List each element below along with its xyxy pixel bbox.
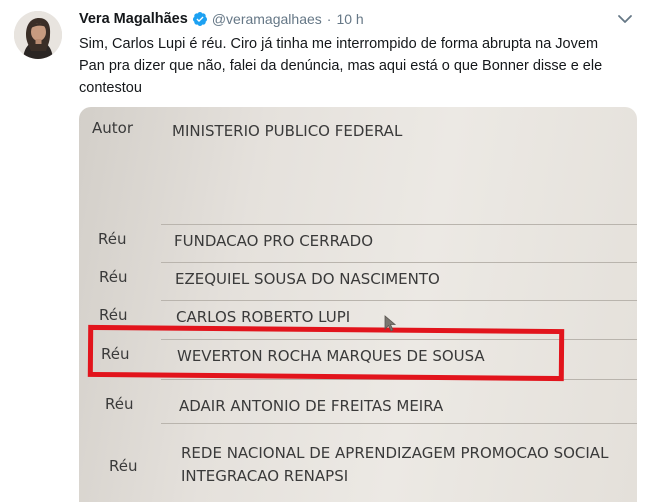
row-party: FUNDACAO PRO CERRADO [174, 232, 374, 250]
row-party: MINISTERIO PUBLICO FEDERAL [172, 122, 403, 140]
table-divider [161, 224, 637, 225]
author-handle[interactable]: @veramagalhaes [212, 11, 322, 27]
row-party: EZEQUIEL SOUSA DO NASCIMENTO [175, 270, 440, 288]
row-role: Réu [105, 395, 134, 413]
row-role: Autor [92, 119, 133, 137]
row-party-line-2: INTEGRACAO RENAPSI [181, 467, 349, 485]
avatar-photo [14, 11, 62, 59]
tweet-text: Sim, Carlos Lupi é réu. Ciro já tinha me… [79, 33, 639, 99]
table-divider [161, 300, 637, 301]
tweet-text-line: Sim, Carlos Lupi é réu. Ciro já tinha me… [79, 36, 599, 52]
row-party: CARLOS ROBERTO LUPI [176, 308, 351, 326]
red-highlight-box [87, 324, 565, 382]
tweet-header: Vera Magalhães @veramagalhaes · 10 h [79, 9, 364, 29]
tweet-photo[interactable]: Autor MINISTERIO PUBLICO FEDERAL Réu FUN… [79, 107, 637, 502]
row-role: Réu [109, 457, 138, 475]
row-party: REDE NACIONAL DE APRENDIZAGEM PROMOCAO S… [181, 444, 609, 462]
row-role: Réu [99, 306, 128, 324]
table-divider [161, 423, 637, 424]
author-display-name[interactable]: Vera Magalhães [79, 11, 188, 27]
row-role: Réu [99, 268, 128, 286]
author-avatar[interactable] [14, 11, 62, 59]
tweet-timestamp[interactable]: 10 h [336, 11, 363, 27]
table-divider [161, 262, 637, 263]
tweet-text-line: Pan pra dizer que não, falei da denúncia… [79, 58, 603, 74]
verified-badge-icon [192, 12, 207, 26]
header-separator: · [326, 11, 332, 27]
tweet-card[interactable]: Vera Magalhães @veramagalhaes · 10 h Sim… [0, 0, 647, 502]
tweet-text-line: contestou [79, 80, 142, 96]
row-role: Réu [98, 230, 127, 248]
row-party: ADAIR ANTONIO DE FREITAS MEIRA [179, 397, 444, 415]
mouse-cursor-icon [384, 315, 397, 332]
chevron-down-icon[interactable] [617, 13, 633, 25]
